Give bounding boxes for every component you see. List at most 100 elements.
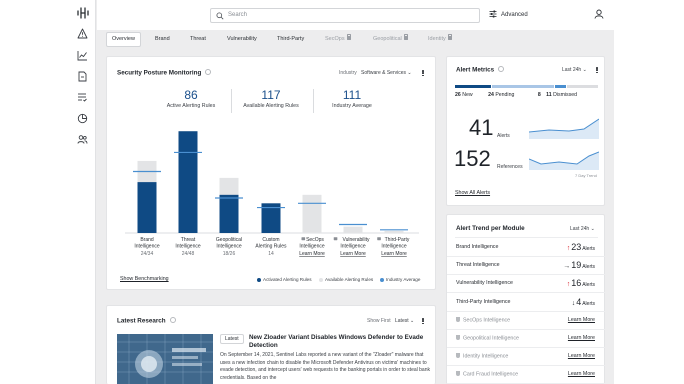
show-first-select[interactable]: Latest ⌄: [395, 318, 414, 324]
alert-count-value: 4: [576, 296, 582, 307]
tab-vulnerability[interactable]: Vulnerability: [222, 32, 262, 47]
tab-geopolitical[interactable]: Geopolitical: [368, 32, 413, 47]
learn-more-link[interactable]: Learn More: [568, 371, 595, 377]
learn-more-link[interactable]: Learn More: [340, 251, 366, 257]
bar-activated: [178, 131, 198, 233]
more-options-icon[interactable]: [422, 318, 424, 325]
tab-label: Vulnerability: [227, 36, 257, 42]
industry-average-label: Industry Average: [332, 103, 372, 109]
bar-available: [343, 226, 363, 233]
module-alert-count: ↓4Alerts: [572, 297, 595, 307]
learn-more-link[interactable]: Learn More: [568, 317, 595, 323]
divider: [455, 237, 598, 238]
trend-arrow-up-icon: ↑: [566, 281, 571, 289]
alerts-value: 41: [469, 115, 494, 140]
module-name: Identity Intelligence: [456, 353, 508, 360]
trend-row-geopolitical-intelligence[interactable]: Geopolitical Intelligence Learn More: [447, 330, 605, 348]
alert-status-bar: [455, 85, 598, 88]
posture-title-wrap: Security Posture Monitoring: [117, 69, 212, 77]
module-label: Threat Intelligence: [456, 262, 500, 269]
alert-count-unit: Alerts: [582, 282, 595, 289]
analytics-icon[interactable]: [77, 50, 88, 61]
bar-activated: [137, 182, 157, 233]
industry-select[interactable]: Software & Services ⌄: [361, 70, 412, 76]
trend-row-identity-intelligence[interactable]: Identity Intelligence Learn More: [447, 348, 605, 367]
shield-icon: [456, 353, 460, 359]
status-segment-dismissed: [567, 85, 598, 88]
tab-label: Third-Party: [277, 36, 305, 42]
category-label: SecOps: [306, 237, 324, 243]
show-first-value: Latest: [395, 318, 409, 324]
research-thumbnail[interactable]: [117, 334, 213, 384]
legend-label: Industry Average: [386, 277, 421, 282]
learn-more-link[interactable]: Learn More: [568, 335, 595, 341]
info-icon[interactable]: [169, 317, 176, 323]
latest-badge: Latest: [220, 334, 244, 344]
lock-icon: [377, 237, 381, 241]
trend-range-select[interactable]: Last 24h ⌄: [570, 226, 595, 232]
bar-available: [302, 194, 322, 233]
search-input[interactable]: Search: [210, 8, 480, 23]
security-posture-card: Security Posture Monitoring Industry Sof…: [106, 56, 436, 290]
show-benchmarking-link[interactable]: Show Benchmarking: [120, 276, 169, 282]
user-profile-icon[interactable]: [594, 9, 604, 19]
trend-row-brand-intelligence[interactable]: Brand Intelligence ↑23Alerts: [447, 239, 605, 257]
references-label: References: [497, 164, 523, 170]
advanced-label: Advanced: [501, 11, 528, 18]
latest-research-card: Latest Research Show First Latest ⌄ Late…: [106, 305, 436, 384]
module-name: Threat Intelligence: [456, 262, 500, 268]
pie-chart-icon[interactable]: [77, 113, 88, 124]
trend-row-card-fraud-intelligence[interactable]: Card Fraud Intelligence Learn More: [447, 366, 605, 384]
more-options-icon[interactable]: [422, 70, 424, 77]
category-label: Intelligence: [175, 244, 201, 250]
trend-row-vulnerability-intelligence[interactable]: Vulnerability Intelligence ↑16Alerts: [447, 275, 605, 294]
active-rules-label: Active Alerting Rules: [166, 103, 216, 109]
show-all-alerts-link[interactable]: Show All Alerts: [455, 190, 490, 196]
more-options-icon[interactable]: [596, 67, 598, 74]
module-alert-count: ↑16Alerts: [567, 278, 595, 288]
search-icon: [216, 12, 224, 20]
learn-more-link[interactable]: Learn More: [568, 353, 595, 359]
document-icon[interactable]: [77, 71, 88, 82]
users-icon[interactable]: [77, 134, 88, 145]
left-nav: [0, 0, 96, 384]
list-check-icon[interactable]: [77, 92, 88, 103]
legend-label: Available Alerting Rules: [325, 277, 374, 282]
research-title-wrap: Latest Research: [117, 317, 176, 325]
module-alert-count: →19Alerts: [563, 260, 595, 270]
tab-identity[interactable]: Identity: [423, 32, 457, 47]
category-label: Intelligence: [299, 244, 325, 250]
research-headline[interactable]: New Zloader Variant Disables Windows Def…: [249, 334, 429, 350]
module-label: Brand Intelligence: [456, 244, 499, 250]
category-label: Alerting Rules: [255, 244, 287, 250]
module-name: Brand Intelligence: [456, 244, 498, 250]
tab-third-party[interactable]: Third-Party: [272, 32, 309, 47]
industry-value: Software & Services: [361, 70, 407, 76]
tab-brand[interactable]: Brand: [150, 32, 175, 47]
trend-row-third-party-intelligence[interactable]: Third-Party Intelligence ↓4Alerts: [447, 294, 605, 312]
tab-threat[interactable]: Threat: [185, 32, 211, 47]
info-icon[interactable]: [205, 69, 212, 75]
info-icon[interactable]: [498, 66, 505, 72]
learn-more-link[interactable]: Learn More: [299, 251, 325, 257]
tab-overview[interactable]: Overview: [106, 32, 141, 47]
module-label: Card Fraud Intelligence: [463, 371, 519, 378]
available-rules-value: 117: [261, 88, 281, 102]
available-rules-label: Available Alerting Rules: [243, 103, 299, 109]
tab-label: Threat: [190, 36, 206, 42]
alert-triangle-icon[interactable]: [77, 28, 88, 39]
other-count: 8: [537, 92, 541, 98]
metrics-title-wrap: Alert Metrics: [456, 66, 505, 74]
module-name: SecOps Intelligence: [456, 316, 510, 323]
trend-row-threat-intelligence[interactable]: Threat Intelligence →19Alerts: [447, 257, 605, 276]
tab-secops[interactable]: SecOps: [320, 32, 356, 47]
legend-dot: [380, 277, 384, 282]
trend-row-secops-intelligence[interactable]: SecOps Intelligence Learn More: [447, 312, 605, 330]
learn-more-link[interactable]: Learn More: [381, 251, 407, 257]
category-label: Threat: [181, 237, 196, 243]
range-value: Last 24h: [570, 226, 590, 232]
legend-label: Activated Alerting Rules: [263, 277, 312, 282]
sliders-icon: [489, 10, 497, 18]
lock-icon: [333, 237, 338, 241]
metrics-range-select[interactable]: Last 24h ⌄: [562, 67, 587, 73]
